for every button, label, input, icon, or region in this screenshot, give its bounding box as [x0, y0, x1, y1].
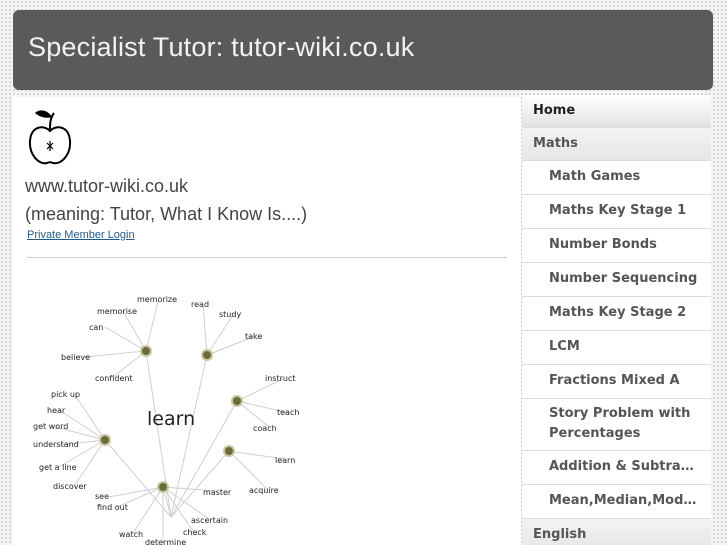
nav-item-story-problem-percentages[interactable]: Story Problem with Percentages	[522, 399, 711, 451]
private-member-login-link[interactable]: Private Member Login	[27, 229, 135, 241]
mindmap-word: learn	[275, 456, 295, 465]
mindmap-word: acquire	[249, 486, 279, 495]
mindmap-word: believe	[61, 353, 90, 362]
nav-item-math-games[interactable]: Math Games	[522, 161, 711, 195]
nav-item-home[interactable]: Home	[522, 95, 711, 128]
nav-item-lcm[interactable]: LCM	[522, 331, 711, 365]
sidebar-nav: Home Maths Math Games Maths Key Stage 1 …	[522, 95, 711, 545]
mindmap-word: pick up	[51, 390, 80, 399]
nav-item-number-sequencing[interactable]: Number Sequencing	[522, 263, 711, 297]
mindmap-word: teach	[277, 408, 299, 417]
site-meaning-text: (meaning: Tutor, What I Know Is....)	[25, 204, 308, 224]
mindmap-word: coach	[253, 424, 277, 433]
mindmap-word: discover	[53, 482, 87, 491]
mindmap-word: read	[191, 300, 209, 309]
mindmap-word: get a line	[39, 463, 77, 472]
content-divider	[27, 257, 507, 258]
mindmap-word: hear	[47, 406, 66, 415]
site-header: Specialist Tutor: tutor-wiki.co.uk	[13, 10, 713, 90]
mindmap-word: find out	[97, 503, 128, 512]
nav-item-fractions-mixed-a[interactable]: Fractions Mixed A	[522, 365, 711, 399]
mindmap-word: take	[245, 332, 262, 341]
mindmap-word: instruct	[265, 374, 296, 383]
nav-item-number-bonds[interactable]: Number Bonds	[522, 229, 711, 263]
mindmap-word: check	[183, 528, 207, 537]
nav-item-addition-subtraction[interactable]: Addition & Subtraction	[522, 451, 711, 485]
mindmap-word: memorise	[97, 307, 137, 316]
learn-mindmap-image: learn memorize read study memorise can t…	[33, 295, 299, 545]
mindmap-word: can	[89, 323, 103, 332]
nav-item-maths-key-stage-1[interactable]: Maths Key Stage 1	[522, 195, 711, 229]
nav-item-maths-key-stage-2[interactable]: Maths Key Stage 2	[522, 297, 711, 331]
mindmap-word: watch	[119, 530, 143, 539]
nav-item-maths[interactable]: Maths	[522, 128, 711, 161]
mindmap-word: master	[203, 488, 232, 497]
mindmap-word: determine	[145, 538, 186, 545]
nav-item-english[interactable]: English	[522, 519, 711, 545]
main-content: www.tutor-wiki.co.uk (meaning: Tutor, Wh…	[13, 97, 521, 545]
mindmap-center-word: learn	[147, 408, 195, 430]
nav-item-mean-median-mode-range[interactable]: Mean,Median,Mode,Range	[522, 485, 711, 519]
mindmap-word: see	[95, 492, 109, 501]
mindmap-word: memorize	[137, 295, 177, 304]
mindmap-word: get word	[33, 422, 68, 431]
mindmap-word: ascertain	[191, 516, 228, 525]
mindmap-word: understand	[33, 440, 79, 449]
apple-logo-icon	[28, 110, 72, 165]
site-url-text: www.tutor-wiki.co.uk	[25, 176, 189, 196]
mindmap-word: confident	[95, 374, 133, 383]
site-title[interactable]: Specialist Tutor: tutor-wiki.co.uk	[28, 32, 414, 63]
mindmap-word: study	[219, 310, 241, 319]
